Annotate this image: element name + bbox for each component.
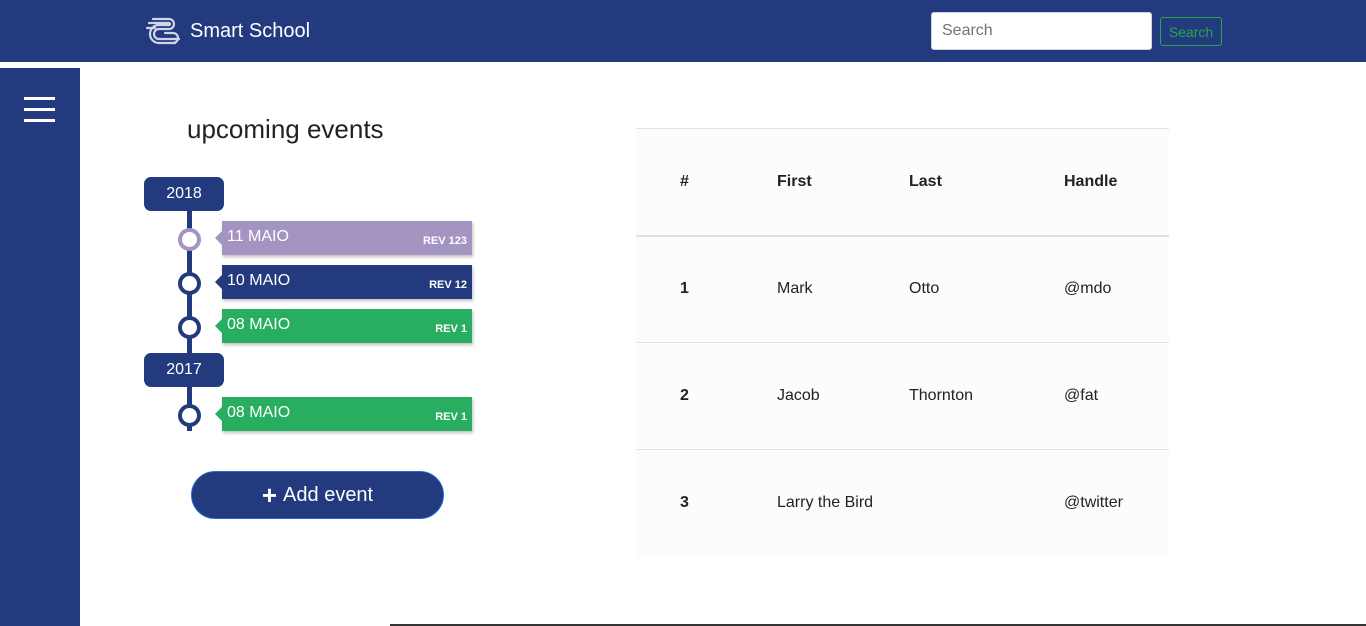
plus-icon: + [261, 480, 278, 510]
brand[interactable]: Smart School [145, 14, 310, 48]
table-cell: 3 [636, 449, 777, 557]
event-date: 08 MAIO [227, 316, 291, 333]
event-rev: REV 123 [422, 235, 467, 247]
table-cell: @mdo [1064, 235, 1169, 343]
events-title: upcoming events [187, 114, 384, 144]
data-table: # First Last Handle 1 Mark Otto @mdo 2 J… [636, 128, 1169, 557]
event-date: 11 MAIO [227, 228, 289, 245]
year-badge-2017: 2017 [144, 353, 224, 387]
table-cell: 2 [636, 342, 777, 450]
timeline-node [178, 404, 201, 427]
event-date: 08 MAIO [227, 404, 291, 421]
brand-logo-icon [145, 17, 181, 45]
hamburger-menu-icon[interactable] [24, 97, 56, 122]
table-row: 3 Larry the Bird @twitter [636, 449, 1169, 557]
event-card[interactable]: 08 MAIO REV 1 [215, 309, 472, 343]
table-row: 1 Mark Otto @mdo [636, 235, 1169, 343]
event-date: 10 MAIO [227, 272, 291, 289]
timeline-node [178, 272, 201, 295]
table-cell [909, 449, 1064, 557]
top-navbar: Smart School Search [0, 0, 1366, 62]
sidebar [0, 68, 80, 626]
table-cell: Otto [909, 235, 1064, 343]
table-cell: Larry the Bird [777, 449, 909, 557]
search-button[interactable]: Search [1160, 17, 1222, 46]
column-header: Handle [1064, 128, 1169, 237]
event-rev: REV 12 [429, 279, 467, 291]
table-cell: 1 [636, 235, 777, 343]
column-header: # [636, 128, 777, 237]
timeline-node [178, 228, 201, 251]
event-card[interactable]: 11 MAIO REV 123 [215, 221, 472, 255]
event-card[interactable]: 08 MAIO REV 1 [215, 397, 472, 431]
table-cell: Thornton [909, 342, 1064, 450]
table-cell: Mark [777, 235, 909, 343]
event-rev: REV 1 [435, 323, 467, 335]
add-event-label: Add event [283, 483, 374, 506]
search-input[interactable] [931, 12, 1152, 50]
event-card[interactable]: 10 MAIO REV 12 [215, 265, 472, 299]
year-badge-2018: 2018 [144, 177, 224, 211]
table-cell: @fat [1064, 342, 1169, 450]
table-cell: @twitter [1064, 449, 1169, 557]
table-row: 2 Jacob Thornton @fat [636, 342, 1169, 450]
column-header: First [777, 128, 909, 237]
column-header: Last [909, 128, 1064, 237]
table-header-row: # First Last Handle [636, 128, 1169, 237]
event-rev: REV 1 [435, 411, 467, 423]
timeline-node [178, 316, 201, 339]
add-event-button[interactable]: + Add event [191, 471, 444, 519]
table-cell: Jacob [777, 342, 909, 450]
brand-name: Smart School [190, 19, 311, 42]
